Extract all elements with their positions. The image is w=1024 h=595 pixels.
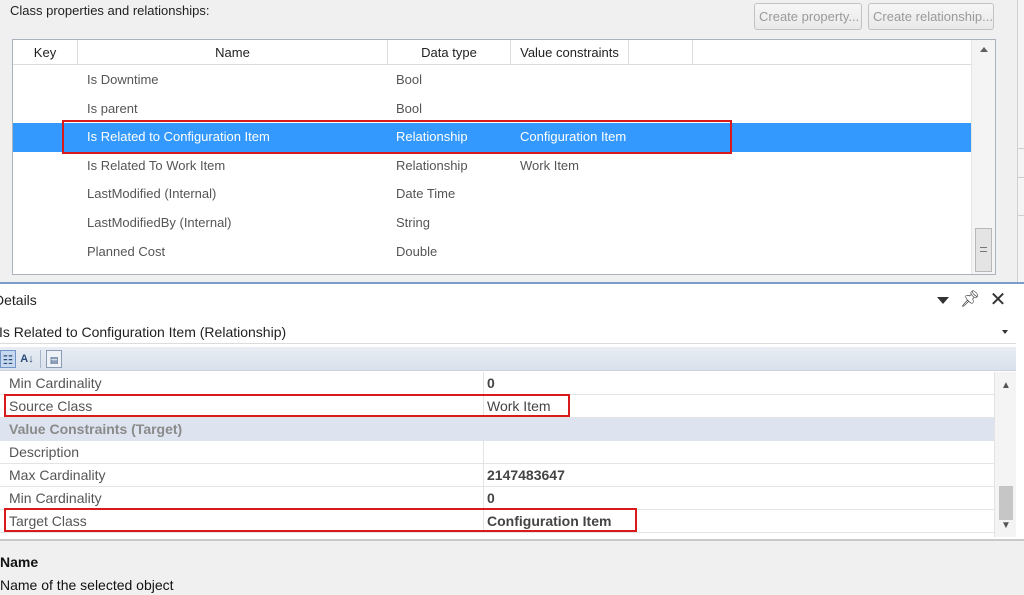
chevron-down-icon[interactable] — [933, 290, 953, 310]
row-data-type: Bool — [396, 100, 423, 116]
row-name: Is parent — [87, 100, 138, 116]
property-row[interactable]: Target Class Configuration Item — [0, 510, 994, 533]
property-value: Configuration Item — [487, 513, 612, 529]
property-value: Work Item — [487, 398, 551, 414]
property-row[interactable]: Min Cardinality 0 — [0, 487, 994, 510]
property-row[interactable]: Min Cardinality 0 — [0, 372, 994, 395]
grip-icon — [980, 247, 987, 252]
row-data-type: Bool — [396, 72, 423, 87]
row-name: Is Related to Configuration Item — [87, 129, 270, 145]
property-name: Max Cardinality — [9, 467, 106, 483]
close-icon[interactable]: ✕ — [988, 290, 1008, 310]
property-row[interactable]: Source Class Work Item — [0, 395, 994, 418]
object-selector[interactable]: Is Related to Configuration Item (Relati… — [0, 320, 1016, 344]
property-grid-scrollbar[interactable]: ▲ ▼ — [994, 372, 1016, 537]
class-properties-panel: Class properties and relationships: Crea… — [0, 0, 1017, 279]
column-header-value-constraints[interactable]: Value constraints — [511, 40, 629, 65]
scroll-up-icon[interactable]: ▲ — [1001, 380, 1011, 391]
table-row[interactable]: LastModifiedBy (Internal) String — [13, 209, 971, 238]
row-data-type: Relationship — [396, 129, 468, 145]
scroll-thumb[interactable] — [975, 228, 992, 272]
column-divider — [483, 395, 484, 418]
property-grid-toolbar: ☷ A↓ ▤ — [0, 347, 1016, 371]
table-row[interactable]: Is Downtime Bool — [13, 66, 971, 95]
column-header-key[interactable]: Key — [13, 40, 78, 65]
row-data-type: Relationship — [396, 157, 468, 173]
grid-header: Key Name Data type Value constraints — [13, 40, 971, 65]
property-row[interactable]: Max Cardinality 2147483647 — [0, 464, 994, 487]
column-divider — [483, 372, 484, 395]
toolbar-separator — [40, 350, 41, 368]
grid-rows: Is Downtime Bool Is parent Bool Is Relat… — [13, 66, 971, 274]
property-row[interactable]: Description — [0, 441, 994, 464]
property-value: 0 — [487, 375, 495, 391]
row-data-type: Date Time — [396, 186, 456, 202]
property-name: Description — [9, 444, 80, 460]
description-pane: Name Name of the selected object — [0, 539, 1024, 595]
scroll-thumb[interactable] — [999, 486, 1013, 520]
description-title: Name — [0, 554, 39, 570]
section-label: Class properties and relationships: — [10, 3, 210, 18]
property-grid: Min Cardinality 0 Source Class Work Item… — [0, 372, 1016, 537]
column-divider — [483, 510, 484, 533]
grid-scrollbar[interactable] — [971, 40, 995, 274]
description-text: Name of the selected object — [0, 577, 174, 593]
column-divider — [483, 487, 484, 510]
row-data-type: String — [396, 214, 430, 230]
row-name: Is Downtime — [87, 72, 159, 87]
row-name: Is Related To Work Item — [87, 157, 226, 173]
table-row[interactable]: Planned Work H... Doubl... — [13, 266, 971, 274]
details-title-bar: Details 📌︎ ✕ — [0, 284, 1024, 317]
row-data-type: Doubl... — [396, 266, 441, 274]
column-divider — [483, 441, 484, 464]
row-name: Planned Cost — [87, 243, 166, 259]
column-header-data-type[interactable]: Data type — [388, 40, 511, 65]
alphabetical-sort-icon[interactable]: A↓ — [18, 350, 36, 368]
column-divider — [483, 464, 484, 487]
create-property-button[interactable]: Create property... — [754, 3, 862, 30]
dropdown-arrow-icon[interactable] — [1002, 330, 1008, 334]
row-name: LastModifiedBy (Internal) — [87, 214, 232, 230]
table-row[interactable]: Is parent Bool — [13, 95, 971, 124]
row-name: LastModified (Internal) — [87, 186, 217, 202]
property-category-row[interactable]: Value Constraints (Target) — [0, 418, 994, 441]
properties-grid: Key Name Data type Value constraints Is … — [12, 39, 996, 275]
column-header-empty — [629, 40, 693, 65]
row-data-type: Double — [396, 243, 438, 259]
pin-icon[interactable]: 📌︎ — [960, 290, 980, 310]
category-name: Value Constraints (Target) — [9, 421, 183, 437]
property-name: Target Class — [9, 513, 87, 529]
table-row[interactable]: LastModified (Internal) Date Time — [13, 180, 971, 209]
property-name: Min Cardinality — [9, 375, 102, 391]
property-name: Source Class — [9, 398, 93, 414]
selected-object-text: Is Related to Configuration Item (Relati… — [0, 324, 287, 340]
row-value-constraint: Work Item — [520, 157, 579, 173]
column-header-name[interactable]: Name — [78, 40, 388, 65]
edge-segment — [1018, 148, 1024, 178]
categorized-icon[interactable]: ☷ — [0, 350, 16, 368]
table-row-selected[interactable]: Is Related to Configuration Item Relatio… — [13, 123, 971, 152]
property-value: 0 — [487, 490, 495, 506]
right-panel-edge — [1017, 0, 1024, 282]
row-name: Planned Work H... — [87, 266, 192, 274]
property-pages-icon[interactable]: ▤ — [46, 350, 62, 368]
scroll-up-icon[interactable] — [980, 47, 988, 52]
row-value-constraint: Configuration Item — [520, 129, 627, 145]
table-row[interactable]: Planned Cost Double — [13, 238, 971, 267]
create-relationship-button[interactable]: Create relationship... — [868, 3, 994, 30]
table-row[interactable]: Is Related To Work Item Relationship Wor… — [13, 152, 971, 181]
scroll-down-icon[interactable]: ▼ — [1001, 520, 1011, 531]
property-name: Min Cardinality — [9, 490, 102, 506]
details-panel: Details 📌︎ ✕ Is Related to Configuration… — [0, 282, 1024, 595]
edge-segment — [1018, 215, 1024, 277]
property-value: 2147483647 — [487, 467, 565, 483]
details-title: Details — [0, 292, 37, 308]
